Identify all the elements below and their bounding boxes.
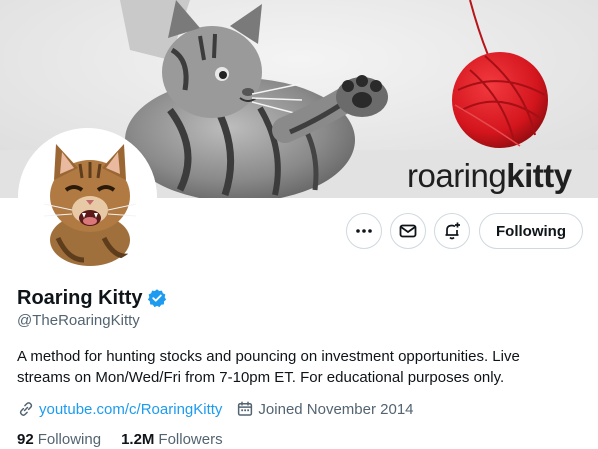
joined-date: Joined November 2014 xyxy=(258,400,414,418)
following-label: Following xyxy=(37,430,102,448)
profile-name-row: Roaring Kitty xyxy=(17,285,167,311)
profile-bio: A method for hunting stocks and pouncing… xyxy=(17,348,520,386)
profile-stats-row: 92 Following 1.2M Followers xyxy=(17,429,223,449)
more-dots-icon xyxy=(356,229,372,233)
notifications-button[interactable] xyxy=(434,213,470,249)
profile-meta-row: youtube.com/c/RoaringKitty Joined Novemb… xyxy=(17,398,414,420)
following-count: 92 xyxy=(17,430,34,448)
brand-bold-text: kitty xyxy=(506,157,572,194)
link-icon xyxy=(17,400,35,418)
bell-plus-icon xyxy=(445,222,460,240)
user-handle: @TheRoaringKitty xyxy=(17,312,140,329)
followers-stat-link[interactable]: 1.2M Followers xyxy=(121,431,223,448)
followers-label: Followers xyxy=(158,430,223,448)
calendar-icon xyxy=(236,400,254,418)
verified-badge-icon[interactable] xyxy=(147,288,167,308)
more-button[interactable] xyxy=(346,213,382,249)
profile-actions: Following xyxy=(0,213,598,249)
display-name: Roaring Kitty xyxy=(17,286,143,309)
message-button[interactable] xyxy=(390,213,426,249)
profile-website-link[interactable]: youtube.com/c/RoaringKitty xyxy=(39,401,222,418)
following-button[interactable]: Following xyxy=(479,213,583,249)
following-stat-link[interactable]: 92 Following xyxy=(17,431,101,448)
envelope-icon xyxy=(399,224,417,238)
followers-count: 1.2M xyxy=(121,430,155,448)
banner-brand-wordmark: roaringkitty xyxy=(407,156,572,196)
brand-light-text: roaring xyxy=(407,157,507,194)
